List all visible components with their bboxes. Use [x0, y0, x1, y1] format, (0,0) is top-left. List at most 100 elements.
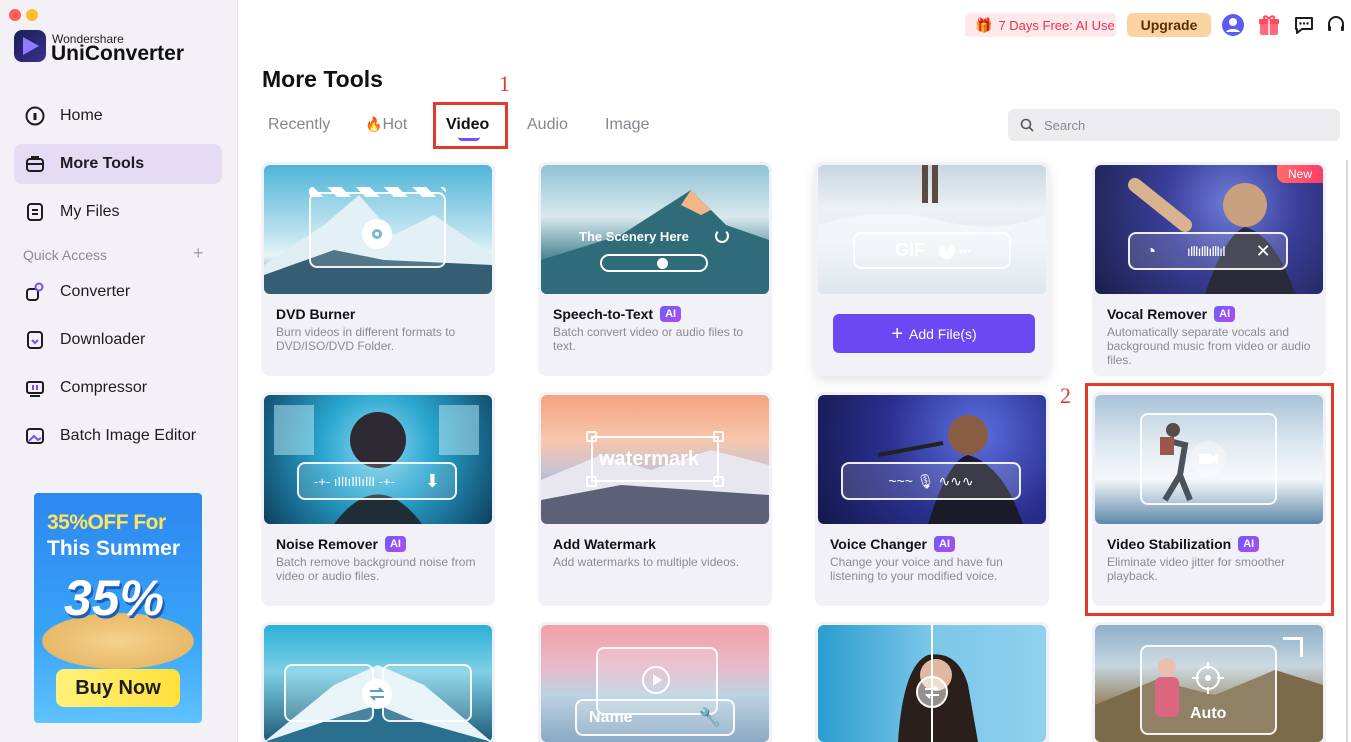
snow-runner-image — [818, 165, 1046, 294]
upgrade-button[interactable]: Upgrade — [1127, 13, 1211, 37]
support-headset-icon[interactable] — [1323, 12, 1349, 38]
tab-audio[interactable]: Audio — [527, 116, 568, 134]
split-overlay-right — [382, 664, 472, 722]
add-files-button[interactable]: + Add File(s) — [833, 314, 1035, 353]
close-window-button[interactable] — [9, 9, 21, 21]
free-ai-trial-label: 7 Days Free: AI Use — [998, 17, 1115, 33]
card-title: Speech-to-Text AI — [553, 306, 682, 322]
sidebar-item-label: Converter — [60, 283, 131, 300]
tool-card-row3-1[interactable] — [261, 622, 495, 742]
buy-now-button[interactable]: Buy Now — [56, 669, 180, 707]
card-title-text: Speech-to-Text — [553, 306, 654, 322]
gif-maker-thumbnail: GIF ••• — [818, 165, 1046, 294]
play-icon — [642, 666, 670, 694]
step-marker-2: 2 — [1060, 383, 1071, 408]
card-title: Vocal Remover AI — [1107, 306, 1236, 322]
page-title: More Tools — [262, 66, 383, 92]
free-ai-trial-pill[interactable]: 🎁 7 Days Free: AI Use — [965, 13, 1116, 37]
tab-hot[interactable]: 🔥Hot — [365, 116, 407, 134]
tool-card-row3-4[interactable]: Auto — [1092, 622, 1326, 742]
brand-name: UniConverter — [51, 42, 185, 65]
tool-card-voice-changer[interactable]: ~~~ 🎙 ∿∿∿ Voice Changer AI Change your vo… — [815, 392, 1049, 606]
tool-card-add-watermark[interactable]: watermark Add Watermark Add watermarks t… — [538, 392, 772, 606]
tool-card-speech-to-text[interactable]: The Scenery Here Speech-to-Text AI Batch … — [538, 162, 772, 376]
pacman-icon — [936, 239, 958, 262]
reframe-corner — [1283, 637, 1303, 657]
tool-card-vocal-remover[interactable]: ◔ ıIlIıIlIıIlIıI ✕ New Vocal Remover AI Aut… — [1092, 162, 1326, 376]
tab-recently[interactable]: Recently — [268, 116, 330, 134]
ai-badge: AI — [660, 306, 682, 322]
singer-image — [1128, 178, 1295, 294]
tool-card-noise-remover[interactable]: -+- ıIlIıIlIıIlI -+- ⬇ Noise Remover AI Ba… — [261, 392, 495, 606]
sidebar-item-batch-image-editor[interactable]: Batch Image Editor — [14, 416, 222, 456]
sidebar-item-label: More Tools — [60, 155, 145, 172]
highlight-box-video-stabilization — [1085, 383, 1334, 616]
downloader-icon — [27, 331, 43, 349]
audio-progress-slider — [600, 254, 708, 272]
sidebar-item-converter[interactable]: Converter — [14, 272, 222, 312]
search-field[interactable]: Search — [1008, 109, 1340, 141]
disc-icon — [362, 219, 392, 249]
home-icon — [25, 106, 45, 126]
scrollbar[interactable] — [1346, 160, 1348, 742]
tool-card-row3-2[interactable]: Name 🔧 — [538, 622, 772, 742]
add-quick-access-button[interactable]: + — [193, 244, 204, 262]
quick-access-heading: Quick Access — [23, 247, 108, 263]
voice-changer-thumbnail: ~~~ 🎙 ∿∿∿ — [818, 395, 1046, 524]
feedback-chat-icon[interactable] — [1291, 12, 1317, 38]
summer-promo-banner[interactable]: 35%OFF For This Summer 35% Buy Now — [34, 493, 202, 723]
speech-to-text-thumbnail: The Scenery Here — [541, 165, 769, 294]
resize-handle — [713, 431, 724, 442]
card-title-text: Add Watermark — [553, 536, 656, 552]
tab-hot-label: Hot — [382, 116, 408, 133]
card-description: Add watermarks to multiple videos. — [553, 555, 740, 569]
sidebar-item-home[interactable]: Home — [14, 96, 222, 136]
clapper-stripes — [309, 187, 446, 197]
plus-icon: + — [891, 322, 903, 345]
waveform-icon: -+- ıIlIıIlIıIlI -+- — [314, 473, 395, 489]
resize-handle — [586, 431, 597, 442]
sidebar-item-downloader[interactable]: Downloader — [14, 320, 222, 360]
noise-remover-thumbnail: -+- ıIlIıIlIıIlI -+- ⬇ — [264, 395, 492, 524]
image-editor-icon — [26, 428, 44, 444]
sidebar-item-label: Home — [60, 107, 103, 124]
auto-reframe-thumbnail: Auto — [1095, 625, 1323, 742]
video-converter-thumbnail — [264, 625, 492, 742]
converter-icon — [26, 282, 44, 301]
sidebar-item-label: Compressor — [60, 379, 148, 396]
sidebar-item-label: My Files — [60, 203, 120, 220]
name-field-overlay: Name 🔧 — [575, 699, 735, 736]
gift-box-icon[interactable] — [1256, 12, 1282, 38]
target-icon — [1192, 662, 1224, 694]
noise-overlay: -+- ıIlIıIlIıIlI -+- ⬇ — [297, 462, 457, 500]
vocal-overlay: ◔ ıIlIıIlIıIlIıI ✕ — [1128, 232, 1288, 270]
sidebar-item-more-tools[interactable]: More Tools — [14, 144, 222, 184]
name-label: Name — [589, 708, 633, 726]
swap-icon — [362, 679, 392, 709]
sidebar-item-compressor[interactable]: Compressor — [14, 368, 222, 408]
card-description: Batch remove background noise from video… — [276, 555, 476, 583]
ai-badge: AI — [1214, 306, 1236, 322]
card-title: Add Watermark — [553, 536, 656, 552]
sidebar-item-my-files[interactable]: My Files — [14, 192, 222, 232]
tool-card-row3-3[interactable] — [815, 622, 1049, 742]
minimize-window-button[interactable] — [26, 9, 38, 21]
card-title: Voice Changer AI — [830, 536, 955, 552]
card-description: Automatically separate vocals and backgr… — [1107, 325, 1311, 367]
vocal-icon: ◔ — [1145, 240, 1157, 261]
tool-card-gif-maker[interactable]: GIF ••• + Add File(s) — [815, 162, 1049, 376]
files-icon — [27, 203, 43, 221]
ai-portrait-thumbnail — [818, 625, 1046, 742]
gift-icon: 🎁 — [975, 16, 993, 33]
tool-card-dvd-burner[interactable]: DVD Burner Burn videos in different form… — [261, 162, 495, 376]
tab-image[interactable]: Image — [605, 116, 649, 134]
compressor-icon — [26, 381, 44, 397]
new-badge: New — [1277, 165, 1323, 183]
account-avatar-icon[interactable] — [1220, 12, 1246, 38]
download-arrow-icon: ⬇ — [424, 470, 440, 491]
card-title-text: Vocal Remover — [1107, 306, 1208, 322]
waveform-icon: ~~~ 🎙 ∿∿∿ — [888, 472, 974, 489]
promo-discount: 35% — [64, 570, 165, 626]
card-title-text: Noise Remover — [276, 536, 378, 552]
search-input[interactable]: Search — [1044, 118, 1085, 133]
